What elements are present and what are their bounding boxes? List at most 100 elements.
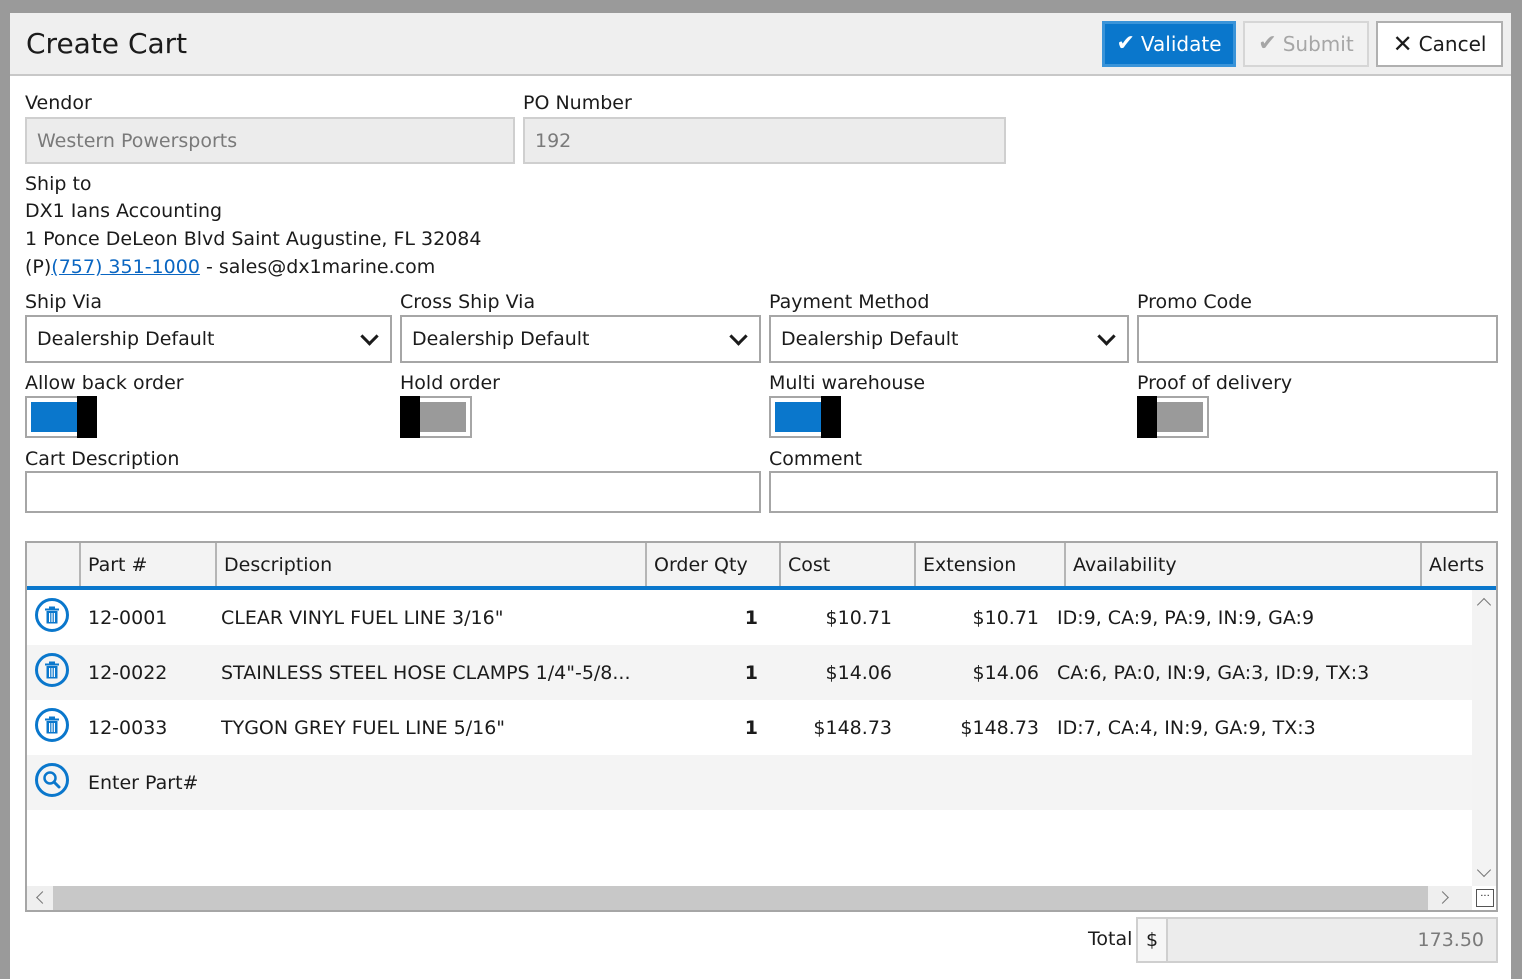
search-icon	[43, 771, 61, 789]
cancel-label: Cancel	[1418, 32, 1487, 56]
ship-via-label: Ship Via	[25, 291, 102, 313]
toggle-track	[420, 402, 466, 432]
chevron-down-icon	[1097, 326, 1116, 346]
title-bar: Create Cart ✔ Validate ✔ Submit ✕ Cancel	[10, 13, 1511, 76]
hold-order-label: Hold order	[400, 372, 500, 394]
comment-input[interactable]	[769, 471, 1498, 513]
ship-to-label: Ship to	[25, 173, 92, 195]
vertical-scrollbar[interactable]	[1472, 590, 1496, 886]
currency-symbol: $	[1138, 919, 1168, 961]
multi-warehouse-toggle[interactable]	[769, 396, 841, 438]
cost-cell: $10.71	[825, 606, 892, 629]
order-qty-cell[interactable]: 1	[647, 645, 758, 700]
availability-cell: ID:7, CA:4, IN:9, GA:9, TX:3	[1057, 716, 1316, 739]
header-availability[interactable]: Availability	[1064, 543, 1420, 586]
cross-ship-via-select[interactable]: Dealership Default	[400, 315, 761, 363]
chevron-down-icon	[729, 326, 748, 346]
delete-row-button[interactable]	[35, 708, 69, 742]
email-separator: -	[199, 256, 219, 278]
scroll-right-button[interactable]	[1428, 886, 1472, 910]
trash-icon	[45, 716, 59, 734]
cart-description-input[interactable]	[25, 471, 761, 513]
po-number-label: PO Number	[523, 92, 632, 114]
ship-to-name: DX1 Ians Accounting	[25, 200, 223, 222]
cancel-button[interactable]: ✕ Cancel	[1376, 21, 1503, 67]
close-icon: ✕	[1392, 30, 1413, 58]
description-cell: CLEAR VINYL FUEL LINE 3/16"	[221, 606, 504, 629]
trash-icon	[45, 606, 59, 624]
parts-grid: Part # Description Order Qty Cost Extens…	[25, 541, 1498, 912]
header-cost[interactable]: Cost	[779, 543, 914, 586]
chevron-right-icon	[1436, 891, 1449, 904]
delete-row-button[interactable]	[35, 653, 69, 687]
scroll-up-icon[interactable]	[1476, 597, 1492, 613]
payment-method-label: Payment Method	[769, 291, 930, 313]
cart-description-label: Cart Description	[25, 448, 180, 470]
header-alerts[interactable]: Alerts	[1420, 543, 1496, 586]
horizontal-scrollbar[interactable]	[27, 886, 1472, 910]
part-entry-row: Enter Part#	[27, 755, 1472, 810]
po-number-field: 192	[523, 117, 1006, 164]
delete-row-button[interactable]	[35, 598, 69, 632]
scroll-left-button[interactable]	[27, 886, 53, 910]
cost-cell: $14.06	[825, 661, 892, 684]
promo-code-input[interactable]	[1137, 315, 1498, 363]
proof-of-delivery-label: Proof of delivery	[1137, 372, 1293, 394]
submit-label: Submit	[1282, 32, 1354, 56]
description-cell: TYGON GREY FUEL LINE 5/16"	[221, 716, 506, 739]
header-action-column	[27, 543, 79, 586]
table-row: 12-0033 TYGON GREY FUEL LINE 5/16" 1 $14…	[27, 700, 1472, 755]
header-description[interactable]: Description	[215, 543, 645, 586]
chevron-left-icon	[36, 891, 49, 904]
check-icon: ✔	[1258, 31, 1277, 56]
total-field: $ 173.50	[1136, 917, 1498, 963]
header-order-qty[interactable]: Order Qty	[645, 543, 779, 586]
submit-button[interactable]: ✔ Submit	[1243, 21, 1369, 67]
multi-warehouse-label: Multi warehouse	[769, 372, 926, 394]
phone-link[interactable]: (757) 351-1000	[51, 256, 200, 278]
part-number-entry-input[interactable]: Enter Part#	[88, 755, 488, 810]
order-qty-cell[interactable]: 1	[647, 700, 758, 755]
cross-ship-via-label: Cross Ship Via	[400, 291, 536, 313]
validate-button[interactable]: ✔ Validate	[1102, 21, 1236, 67]
proof-of-delivery-toggle[interactable]	[1137, 396, 1209, 438]
column-chooser-button[interactable]: ...	[1476, 889, 1494, 907]
order-qty-cell[interactable]: 1	[647, 590, 758, 645]
header-part-number[interactable]: Part #	[79, 543, 215, 586]
chevron-down-icon	[360, 326, 379, 346]
toggle-track	[1157, 402, 1203, 432]
extension-cell: $148.73	[960, 716, 1039, 739]
cross-ship-via-value: Dealership Default	[412, 328, 590, 350]
toggle-knob	[400, 396, 420, 438]
toggle-track	[775, 402, 821, 432]
toggle-knob	[77, 396, 97, 438]
payment-method-value: Dealership Default	[781, 328, 959, 350]
toggle-track	[31, 402, 77, 432]
promo-code-label: Promo Code	[1137, 291, 1252, 313]
table-row: 12-0001 CLEAR VINYL FUEL LINE 3/16" 1 $1…	[27, 590, 1472, 645]
toggle-knob	[821, 396, 841, 438]
part-number-cell: 12-0033	[88, 716, 168, 739]
availability-cell: ID:9, CA:9, PA:9, IN:9, GA:9	[1057, 606, 1315, 629]
validate-label: Validate	[1140, 32, 1222, 56]
header-extension[interactable]: Extension	[914, 543, 1064, 586]
check-icon: ✔	[1116, 31, 1135, 56]
comment-label: Comment	[769, 448, 863, 470]
allow-back-order-toggle[interactable]	[25, 396, 97, 438]
hold-order-toggle[interactable]	[400, 396, 472, 438]
extension-cell: $10.71	[972, 606, 1039, 629]
dialog-title: Create Cart	[26, 27, 188, 60]
ship-to-contact: (P)(757) 351-1000 - sales@dx1marine.com	[25, 256, 435, 278]
table-row: 12-0022 STAINLESS STEEL HOSE CLAMPS 1/4"…	[27, 645, 1472, 700]
allow-back-order-label: Allow back order	[25, 372, 184, 394]
trash-icon	[45, 661, 59, 679]
ship-via-select[interactable]: Dealership Default	[25, 315, 392, 363]
scroll-down-icon[interactable]	[1476, 862, 1492, 878]
search-part-button[interactable]	[35, 763, 69, 797]
ship-to-email: sales@dx1marine.com	[218, 256, 436, 278]
payment-method-select[interactable]: Dealership Default	[769, 315, 1129, 363]
vendor-field: Western Powersports	[25, 117, 515, 164]
cost-cell: $148.73	[813, 716, 892, 739]
part-number-cell: 12-0022	[88, 661, 168, 684]
availability-cell: CA:6, PA:0, IN:9, GA:3, ID:9, TX:3	[1057, 661, 1370, 684]
